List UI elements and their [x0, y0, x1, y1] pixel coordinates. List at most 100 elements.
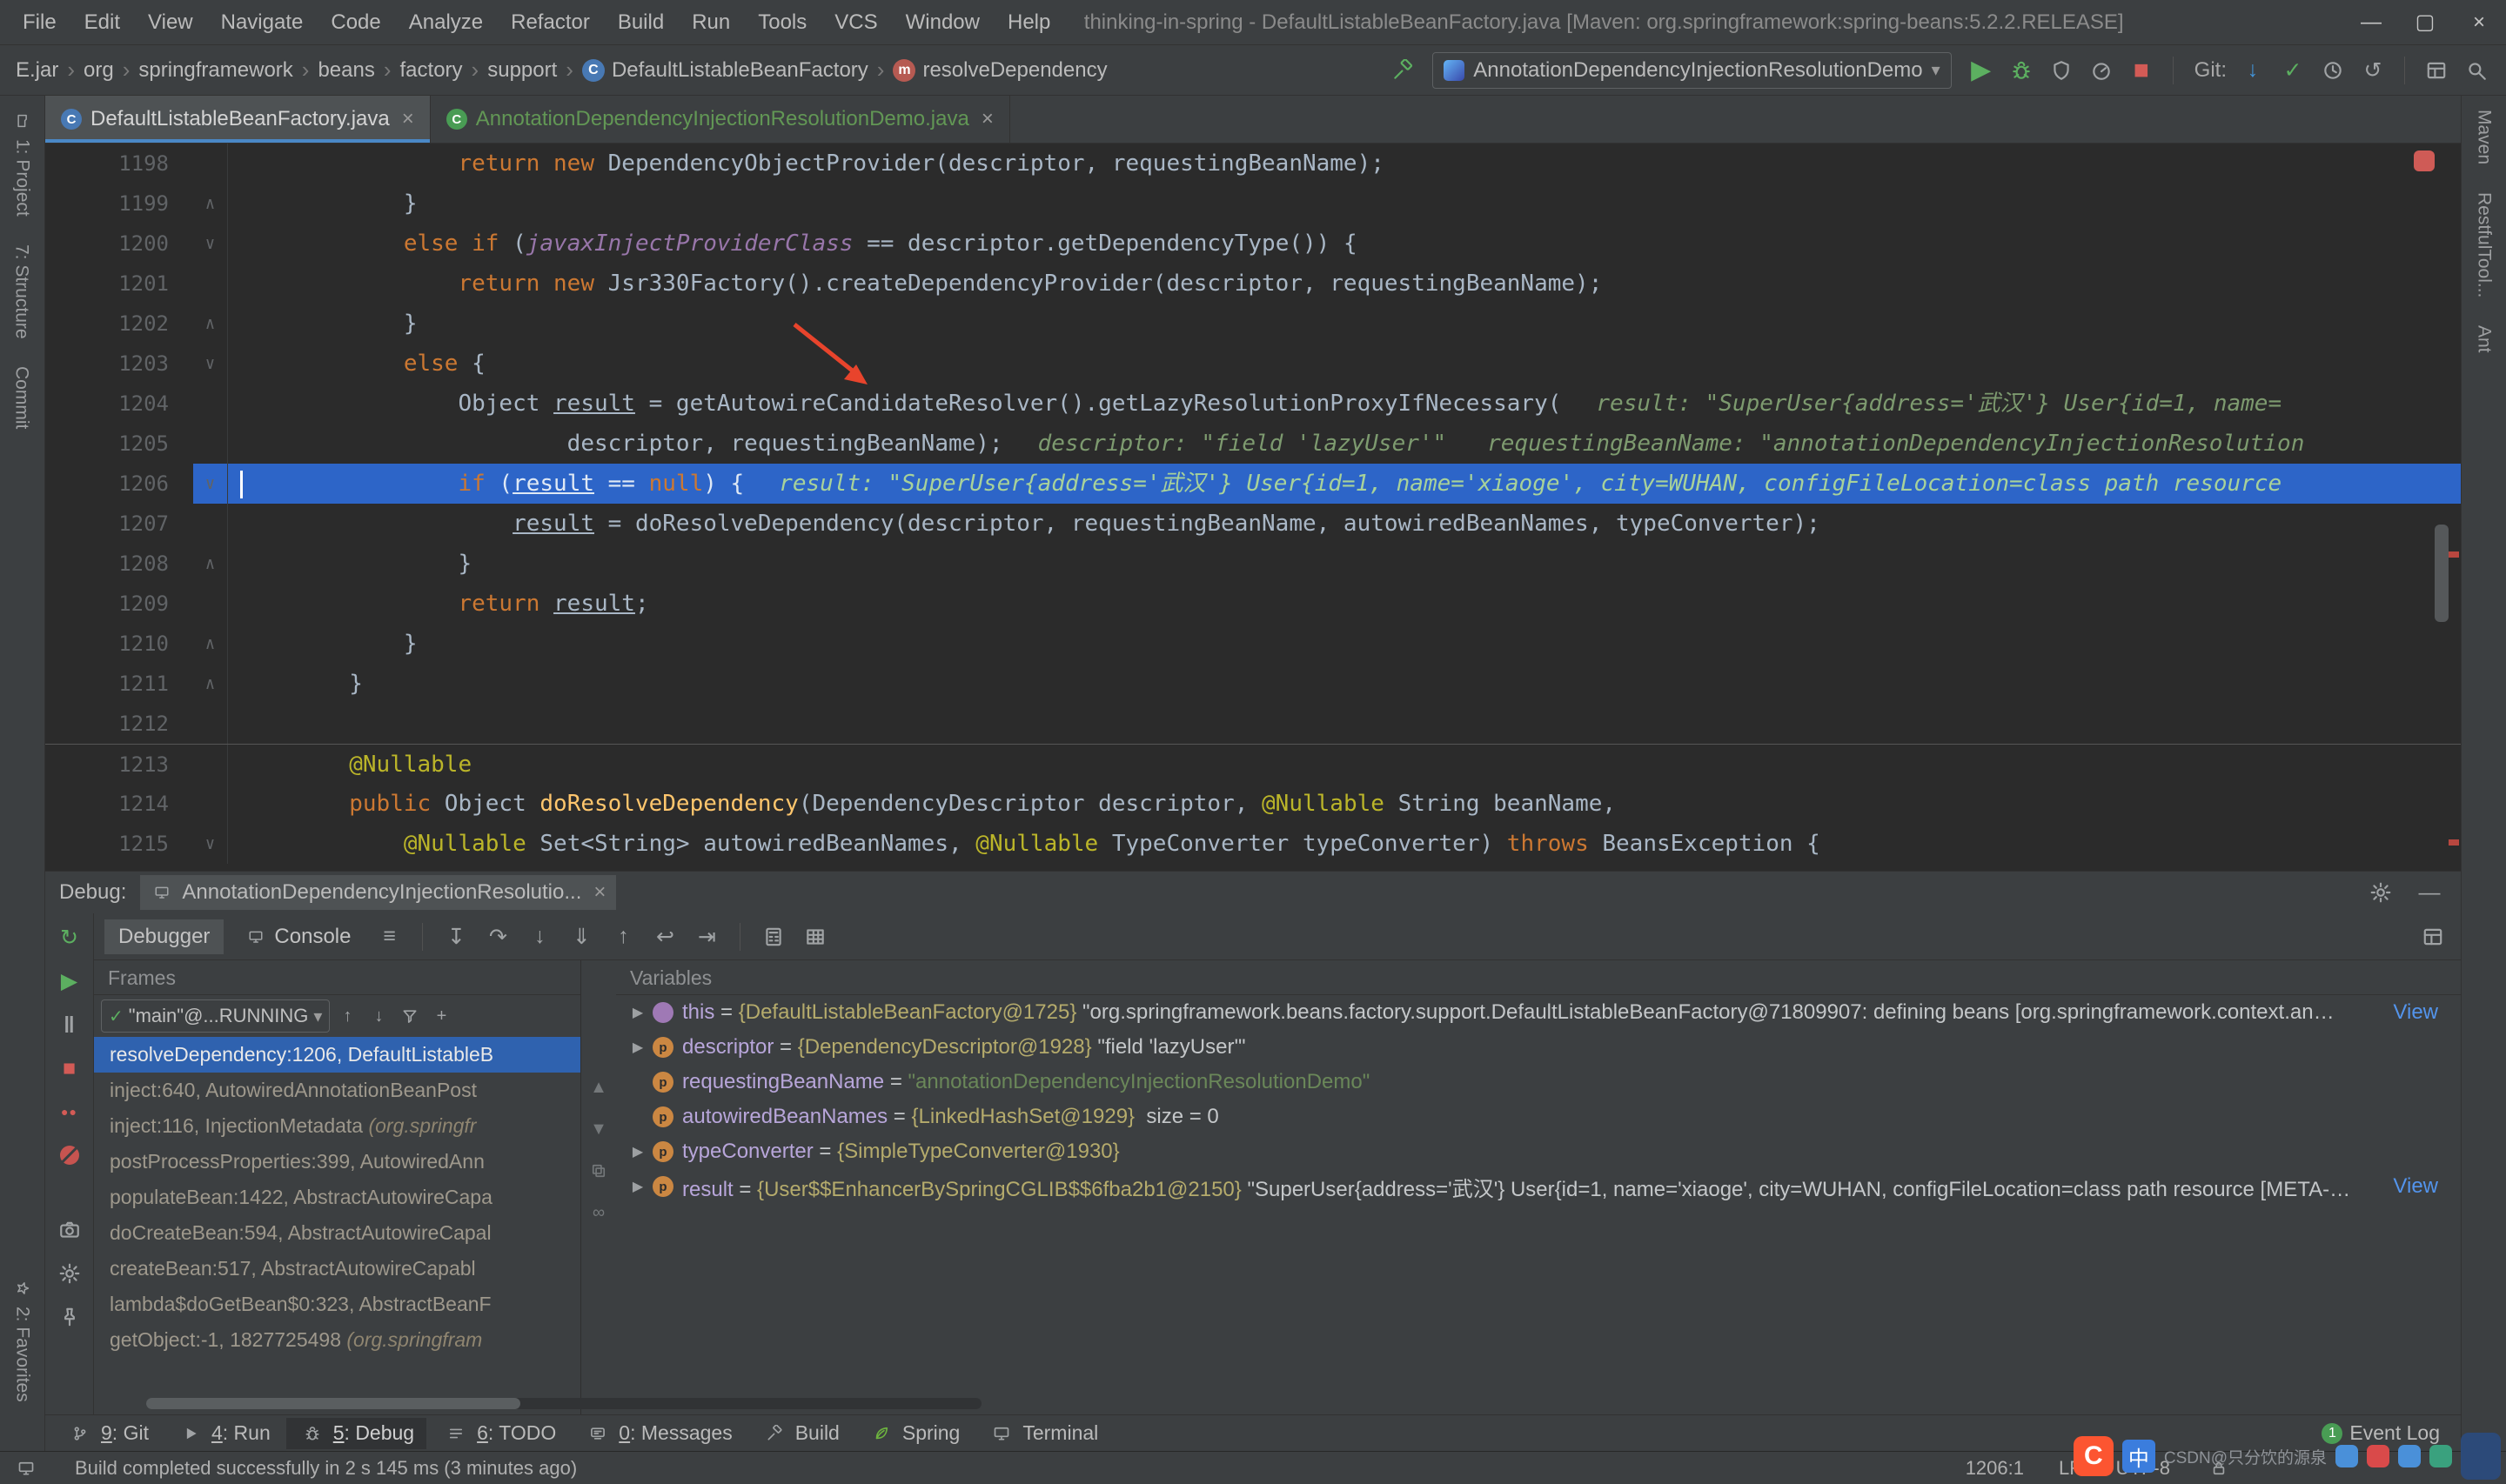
line-number[interactable]: 1209 [45, 584, 193, 624]
variable-row[interactable]: p requestingBeanName = "annotationDepende… [616, 1065, 2461, 1100]
fold-marker-icon[interactable]: ∧ [193, 184, 228, 224]
line-number[interactable]: 1214 [45, 784, 193, 824]
debug-settings-icon[interactable] [52, 1256, 87, 1291]
breadcrumb-item[interactable]: C DefaultListableBeanFactory [579, 57, 872, 84]
code-line[interactable]: 1215 ∨ @Nullable Set<String> autowiredBea… [45, 824, 2461, 864]
toolwindow-stripe-restfultool[interactable]: RestfulTool... [2474, 178, 2495, 311]
menu-help[interactable]: Help [994, 0, 1064, 44]
infinity-icon[interactable]: ∞ [585, 1199, 613, 1227]
previous-frame-button[interactable]: ↑ [333, 1002, 361, 1030]
menu-tools[interactable]: Tools [744, 0, 821, 44]
breadcrumb-item[interactable]: beans [314, 57, 378, 84]
stack-frame[interactable]: createBean:517, AbstractAutowireCapabl [94, 1251, 580, 1287]
stack-frame[interactable]: inject:640, AutowiredAnnotationBeanPost [94, 1073, 580, 1108]
hide-library-frames-icon[interactable] [396, 1002, 424, 1030]
fold-marker-icon[interactable]: ∧ [193, 544, 228, 584]
step-out-button[interactable]: ↑ [606, 919, 640, 954]
debug-button[interactable] [2004, 53, 2039, 88]
variable-row[interactable]: ▶ this = {DefaultListableBeanFactory@1725… [616, 995, 2461, 1030]
expand-arrow-icon[interactable]: ▶ [625, 1039, 651, 1056]
code-line[interactable]: 1201 return new Jsr330Factory().createDe… [45, 264, 2461, 304]
toolwindow-button-git[interactable]: 9: Git [54, 1418, 161, 1449]
code-line[interactable]: 1203 ∨ else { [45, 344, 2461, 384]
code-line[interactable]: 1202 ∧ } [45, 304, 2461, 344]
fold-marker-icon[interactable]: ∧ [193, 624, 228, 664]
line-number[interactable]: 1198 [45, 144, 193, 184]
toolwindow-stripe-project[interactable]: 1: Project [11, 96, 34, 231]
line-number[interactable]: 1207 [45, 504, 193, 544]
editor-scrollbar[interactable] [2435, 525, 2449, 622]
close-icon[interactable]: × [982, 107, 994, 131]
code-line[interactable]: 1211 ∧ } [45, 664, 2461, 704]
line-number[interactable]: 1205 [45, 424, 193, 464]
line-number[interactable]: 1212 [45, 704, 193, 744]
menu-refactor[interactable]: Refactor [497, 0, 604, 44]
line-number[interactable]: 1208 [45, 544, 193, 584]
breadcrumb-item[interactable]: org [80, 57, 117, 84]
close-button[interactable]: × [2452, 0, 2506, 44]
history-button[interactable] [2315, 53, 2350, 88]
copy-stack-icon[interactable] [585, 1157, 613, 1185]
menu-analyze[interactable]: Analyze [395, 0, 497, 44]
rerun-button[interactable]: ↻ [52, 920, 87, 955]
run-to-cursor-button[interactable]: ⇥ [689, 919, 724, 954]
stack-frame[interactable]: getObject:-1, 1827725498 (org.springfram [94, 1322, 580, 1358]
stack-frame[interactable]: resolveDependency:1206, DefaultListableB [94, 1037, 580, 1073]
toolwindow-stripe-commit[interactable]: Commit [11, 352, 32, 443]
code-line[interactable]: 1208 ∧ } [45, 544, 2461, 584]
code-line[interactable]: 1209 return result; [45, 584, 2461, 624]
fold-marker-icon[interactable]: ∨ [193, 344, 228, 384]
search-everywhere-icon[interactable] [2459, 53, 2494, 88]
debug-session-tab[interactable]: AnnotationDependencyInjectionResolutio..… [140, 875, 617, 910]
tab-console[interactable]: Console [231, 919, 365, 954]
menu-code[interactable]: Code [317, 0, 394, 44]
toolwindow-button-run[interactable]: 4: Run [164, 1418, 283, 1449]
toolwindow-button-terminal[interactable]: Terminal [975, 1418, 1110, 1449]
code-line[interactable]: 1214 public Object doResolveDependency(D… [45, 784, 2461, 824]
line-number[interactable]: 1206 [45, 464, 193, 504]
add-watch-button[interactable]: + [427, 1002, 455, 1030]
commit-button[interactable]: ✓ [2275, 53, 2310, 88]
run-button[interactable]: ▶ [1964, 53, 1999, 88]
rollback-button[interactable]: ↺ [2355, 53, 2390, 88]
layout-menu-icon[interactable]: ≡ [372, 919, 406, 954]
code-line[interactable]: 1200 ∨ else if (javaxInjectProviderClass … [45, 224, 2461, 264]
toolwindow-button-debug[interactable]: 5: Debug [285, 1417, 427, 1449]
code-line[interactable]: 1206 ∨ if (result == null) {result: "Supe… [45, 464, 2461, 504]
code-line[interactable]: 1198 return new DependencyObjectProvider… [45, 144, 2461, 184]
code-line[interactable]: 1212 [45, 704, 2461, 744]
fold-marker-icon[interactable]: ∧ [193, 304, 228, 344]
editor-tab[interactable]: C DefaultListableBeanFactory.java × [45, 96, 431, 143]
breadcrumb-item[interactable]: factory [397, 57, 466, 84]
line-number[interactable]: 1199 [45, 184, 193, 224]
close-icon[interactable]: × [593, 880, 606, 905]
pin-icon[interactable] [52, 1300, 87, 1334]
view-as-table-button[interactable] [798, 919, 833, 954]
line-number[interactable]: 1213 [45, 745, 193, 784]
variable-row[interactable]: ▶ p typeConverter = {SimpleTypeConverter@1… [616, 1134, 2461, 1169]
line-number[interactable]: 1201 [45, 264, 193, 304]
expand-arrow-icon[interactable]: ▶ [625, 1178, 651, 1195]
toolwindow-button-todo[interactable]: 6: TODO [430, 1418, 568, 1449]
scrollbar-thumb[interactable] [146, 1398, 520, 1409]
line-number[interactable]: 1203 [45, 344, 193, 384]
minimize-button[interactable]: — [2344, 0, 2398, 44]
stop-button[interactable]: ■ [52, 1051, 87, 1086]
toolwindow-stripe-favorites[interactable]: 2: Favorites [11, 1263, 34, 1416]
step-into-button[interactable]: ↓ [522, 919, 557, 954]
fold-marker-icon[interactable]: ∧ [193, 664, 228, 704]
menu-build[interactable]: Build [604, 0, 678, 44]
breadcrumb-item[interactable]: springframework [135, 57, 296, 84]
thread-dump-icon[interactable] [52, 1213, 87, 1247]
toolwindow-button-build[interactable]: Build [748, 1418, 852, 1449]
expand-arrow-icon[interactable]: ▶ [625, 1143, 651, 1160]
stack-frame[interactable]: populateBean:1422, AbstractAutowireCapa [94, 1180, 580, 1215]
resume-button[interactable]: ▶ [52, 964, 87, 999]
breadcrumb-item[interactable]: m resolveDependency [889, 57, 1110, 84]
toolwindow-stripe-structure[interactable]: 7: Structure [11, 231, 32, 353]
toolwindow-stripe-maven[interactable]: Maven [2474, 96, 2495, 178]
variable-row[interactable]: p autowiredBeanNames = {LinkedHashSet@192… [616, 1100, 2461, 1134]
step-over-button[interactable]: ↷ [480, 919, 515, 954]
scroll-down-icon[interactable]: ▼ [585, 1115, 613, 1143]
mute-breakpoints-button[interactable] [52, 1138, 87, 1173]
